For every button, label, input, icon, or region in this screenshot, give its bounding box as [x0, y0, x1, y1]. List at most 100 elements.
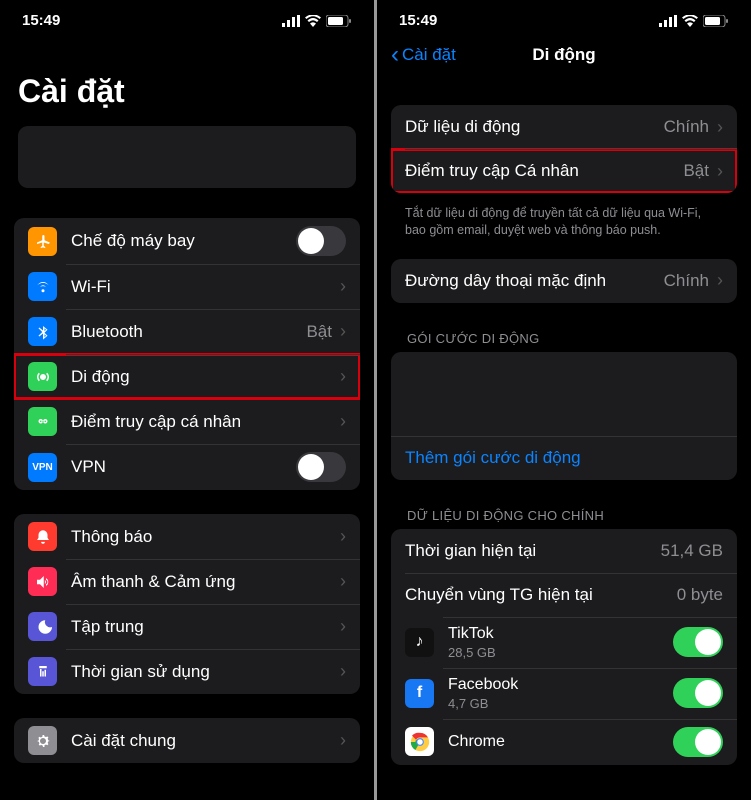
chevron-right-icon: ›: [340, 526, 346, 547]
chevron-right-icon: ›: [340, 411, 346, 432]
row-value: Bật: [306, 322, 332, 342]
row-label: Chế độ máy bay: [71, 231, 296, 251]
row-cellular[interactable]: Di động ›: [14, 354, 360, 399]
app-name: Chrome: [448, 733, 673, 751]
row-app-tiktok[interactable]: ♪ TikTok 28,5 GB: [391, 617, 737, 668]
hotspot-icon: [28, 407, 57, 436]
row-label: Di động: [71, 367, 340, 387]
row-label: Tập trung: [71, 617, 340, 637]
battery-icon: [326, 15, 352, 27]
section-footer: Tắt dữ liệu di động để truyền tất cả dữ …: [377, 201, 751, 259]
facebook-icon: f: [405, 679, 434, 708]
row-label: Bluetooth: [71, 322, 306, 342]
airplane-icon: [28, 227, 57, 256]
status-icons: [282, 15, 352, 27]
row-focus[interactable]: Tập trung ›: [14, 604, 360, 649]
row-wifi[interactable]: Wi-Fi ›: [14, 264, 360, 309]
chevron-left-icon: ‹: [391, 43, 399, 67]
row-label: Thời gian hiện tại: [405, 541, 661, 561]
cellular-list: Dữ liệu di động Chính › Điểm truy cập Cá…: [377, 79, 751, 800]
airplane-toggle[interactable]: [296, 226, 346, 256]
vpn-toggle[interactable]: [296, 452, 346, 482]
row-app-facebook[interactable]: f Facebook 4,7 GB: [391, 668, 737, 719]
battery-icon: [703, 15, 729, 27]
row-label: Wi-Fi: [71, 277, 340, 297]
section-header-plans: Gói cước di động: [377, 327, 751, 352]
chevron-right-icon: ›: [340, 321, 346, 342]
nav-title: Di động: [532, 45, 595, 65]
row-label: Thông báo: [71, 527, 340, 547]
chevron-right-icon: ›: [717, 161, 723, 182]
row-value: Chính: [664, 117, 709, 137]
status-time: 15:49: [399, 12, 437, 29]
sound-icon: [28, 567, 57, 596]
row-label: Dữ liệu di động: [405, 117, 664, 137]
notifications-icon: [28, 522, 57, 551]
row-value: 0 byte: [677, 585, 723, 605]
add-plan-label: Thêm gói cước di động: [405, 448, 581, 468]
row-app-chrome[interactable]: Chrome: [391, 719, 737, 765]
row-notifications[interactable]: Thông báo ›: [14, 514, 360, 559]
row-mobile-data[interactable]: Dữ liệu di động Chính ›: [391, 105, 737, 149]
chevron-right-icon: ›: [717, 117, 723, 138]
status-icons: [659, 15, 729, 27]
app-name: TikTok: [448, 625, 673, 643]
chrome-toggle[interactable]: [673, 727, 723, 757]
row-default-voice[interactable]: Đường dây thoại mặc định Chính ›: [391, 259, 737, 303]
tiktok-icon: ♪: [405, 628, 434, 657]
general-icon: [28, 726, 57, 755]
back-button[interactable]: ‹ Cài đặt: [391, 43, 456, 67]
chevron-right-icon: ›: [340, 366, 346, 387]
focus-icon: [28, 612, 57, 641]
plan-placeholder: [391, 352, 737, 436]
tiktok-toggle[interactable]: [673, 627, 723, 657]
section-header-data-usage: Dữ liệu di động cho Chính: [377, 504, 751, 529]
app-usage: 4,7 GB: [448, 696, 673, 711]
bluetooth-icon: [28, 317, 57, 346]
row-label: VPN: [71, 457, 296, 477]
facebook-toggle[interactable]: [673, 678, 723, 708]
row-value: Bật: [683, 161, 709, 181]
wifi-icon: [28, 272, 57, 301]
profile-card[interactable]: [18, 126, 356, 188]
row-value: 51,4 GB: [661, 541, 723, 561]
phone-left: 15:49 Cài đặt Chế độ máy bay Wi-Fi › Blu…: [0, 0, 374, 800]
wifi-icon: [305, 15, 321, 27]
chrome-icon: [405, 727, 434, 756]
status-bar: 15:49: [377, 0, 751, 35]
row-add-plan[interactable]: Thêm gói cước di động: [391, 436, 737, 480]
row-hotspot[interactable]: Điểm truy cập cá nhân ›: [14, 399, 360, 444]
page-title: Cài đặt: [0, 35, 374, 120]
row-vpn[interactable]: VPN VPN: [14, 444, 360, 490]
chevron-right-icon: ›: [340, 616, 346, 637]
signal-icon: [659, 15, 677, 27]
row-sound[interactable]: Âm thanh & Cảm ứng ›: [14, 559, 360, 604]
chevron-right-icon: ›: [340, 730, 346, 751]
chevron-right-icon: ›: [340, 571, 346, 592]
row-roaming-period[interactable]: Chuyển vùng TG hiện tại 0 byte: [391, 573, 737, 617]
chevron-right-icon: ›: [717, 270, 723, 291]
status-time: 15:49: [22, 12, 60, 29]
row-airplane[interactable]: Chế độ máy bay: [14, 218, 360, 264]
row-current-period[interactable]: Thời gian hiện tại 51,4 GB: [391, 529, 737, 573]
row-label: Chuyển vùng TG hiện tại: [405, 585, 677, 605]
vpn-icon: VPN: [28, 453, 57, 482]
row-value: Chính: [664, 271, 709, 291]
screentime-icon: [28, 657, 57, 686]
back-label: Cài đặt: [402, 45, 456, 65]
row-screentime[interactable]: Thời gian sử dụng ›: [14, 649, 360, 694]
row-general[interactable]: Cài đặt chung ›: [14, 718, 360, 763]
row-personal-hotspot[interactable]: Điểm truy cập Cá nhân Bật ›: [391, 149, 737, 193]
signal-icon: [282, 15, 300, 27]
row-label: Thời gian sử dụng: [71, 662, 340, 682]
row-bluetooth[interactable]: Bluetooth Bật ›: [14, 309, 360, 354]
chevron-right-icon: ›: [340, 276, 346, 297]
settings-list: Chế độ máy bay Wi-Fi › Bluetooth Bật › D…: [0, 218, 374, 800]
row-label: Cài đặt chung: [71, 731, 340, 751]
app-name: Facebook: [448, 676, 673, 694]
chevron-right-icon: ›: [340, 661, 346, 682]
row-label: Âm thanh & Cảm ứng: [71, 572, 340, 592]
phone-right: 15:49 ‹ Cài đặt Di động Dữ liệu di động …: [377, 0, 751, 800]
status-bar: 15:49: [0, 0, 374, 35]
row-label: Điểm truy cập cá nhân: [71, 412, 340, 432]
